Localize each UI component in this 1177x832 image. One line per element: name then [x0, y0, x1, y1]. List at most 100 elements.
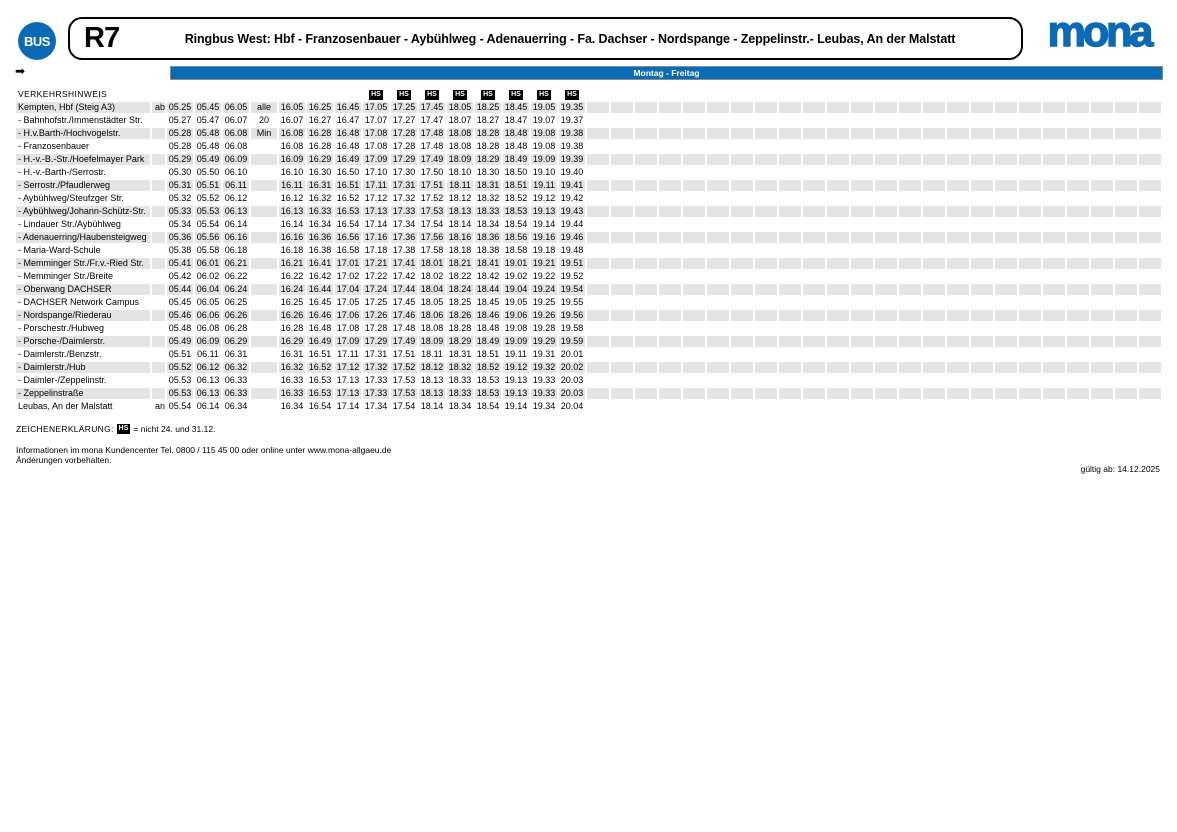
time-cell: 18.06	[419, 310, 445, 321]
time-cell: 19.51	[559, 258, 585, 269]
time-cell: 19.26	[531, 310, 557, 321]
stop-name-cell: Leubas, An der Malstatt	[16, 401, 150, 412]
empty-cell	[1115, 323, 1137, 334]
empty-cell	[923, 219, 945, 230]
time-cell: 18.13	[419, 375, 445, 386]
time-cell: 18.22	[447, 271, 473, 282]
dep-arr-label-cell	[152, 323, 165, 334]
empty-cell	[899, 401, 921, 412]
empty-cell	[1115, 193, 1137, 204]
empty-cell	[707, 232, 729, 243]
empty-cell	[803, 388, 825, 399]
time-cell: 19.54	[559, 284, 585, 295]
empty-cell	[971, 323, 993, 334]
time-cell: 06.06	[195, 310, 221, 321]
empty-cell	[683, 297, 705, 308]
empty-cell	[947, 336, 969, 347]
time-cell: 18.28	[475, 141, 501, 152]
empty-cell	[899, 349, 921, 360]
empty-cell	[803, 128, 825, 139]
time-cell: 05.45	[195, 102, 221, 113]
time-cell: 16.52	[307, 362, 333, 373]
time-cell: 17.10	[363, 167, 389, 178]
stop-name-cell: - Nordspange/Riederau	[16, 310, 150, 321]
empty-cell	[899, 258, 921, 269]
time-cell: 16.07	[279, 115, 305, 126]
header-cell	[223, 87, 249, 100]
empty-cell	[1115, 115, 1137, 126]
header-cell	[335, 87, 361, 100]
time-cell: 18.11	[419, 349, 445, 360]
empty-cell	[995, 141, 1017, 152]
header-cell	[195, 87, 221, 100]
empty-cell	[635, 336, 657, 347]
mona-logo: mona	[1033, 8, 1165, 57]
time-cell: 05.58	[195, 245, 221, 256]
time-cell: 16.09	[279, 154, 305, 165]
time-cell	[251, 206, 277, 217]
time-cell: 18.05	[447, 102, 473, 113]
time-cell: 16.45	[307, 297, 333, 308]
empty-cell	[779, 310, 801, 321]
empty-cell	[1091, 362, 1113, 373]
time-cell: 05.31	[167, 180, 193, 191]
empty-cell	[947, 245, 969, 256]
empty-cell	[923, 206, 945, 217]
time-cell: 19.14	[503, 401, 529, 412]
table-row: - Zeppelinstraße05.5306.1306.3316.3316.5…	[16, 388, 1161, 399]
empty-cell	[1115, 375, 1137, 386]
header-cell	[307, 87, 333, 100]
empty-cell	[635, 284, 657, 295]
empty-cell	[587, 154, 609, 165]
empty-cell	[659, 141, 681, 152]
empty-cell	[635, 206, 657, 217]
time-cell: 18.33	[447, 375, 473, 386]
time-cell: 19.24	[531, 284, 557, 295]
empty-cell	[659, 362, 681, 373]
time-cell: 06.21	[223, 258, 249, 269]
time-cell: 19.06	[503, 310, 529, 321]
empty-cell	[995, 219, 1017, 230]
time-cell: 16.51	[307, 349, 333, 360]
time-cell	[251, 219, 277, 230]
empty-cell	[803, 336, 825, 347]
time-cell: 06.31	[223, 349, 249, 360]
time-cell: 16.54	[335, 219, 361, 230]
empty-cell	[995, 115, 1017, 126]
empty-cell	[635, 102, 657, 113]
time-cell: 19.33	[531, 388, 557, 399]
time-cell: 19.33	[531, 375, 557, 386]
time-cell: 05.34	[167, 219, 193, 230]
empty-cell	[995, 128, 1017, 139]
empty-cell	[899, 206, 921, 217]
empty-cell	[1043, 271, 1065, 282]
time-cell: 05.48	[195, 128, 221, 139]
time-cell: 06.24	[223, 284, 249, 295]
empty-cell	[1043, 323, 1065, 334]
table-row: - H.-v.-Barth-/Serrostr.05.3005.5006.101…	[16, 167, 1161, 178]
empty-cell	[755, 375, 777, 386]
dep-arr-label-cell	[152, 232, 165, 243]
empty-cell	[971, 206, 993, 217]
table-row: - H.-v.-B.-Str./Hoefelmayer Park05.2905.…	[16, 154, 1161, 165]
table-row: - Serrostr./Pfaudlerweg05.3105.5106.1116…	[16, 180, 1161, 191]
time-cell: 18.53	[503, 206, 529, 217]
time-cell: 19.37	[559, 115, 585, 126]
time-cell: 16.38	[307, 245, 333, 256]
empty-cell	[947, 401, 969, 412]
time-cell: 18.48	[475, 323, 501, 334]
empty-cell	[827, 245, 849, 256]
stop-name-cell: - Aybühlweg/Steufzger Str.	[16, 193, 150, 204]
empty-cell	[1115, 206, 1137, 217]
time-cell: 06.13	[195, 375, 221, 386]
time-cell: 18.47	[503, 115, 529, 126]
header-filler-cell	[707, 87, 729, 100]
time-cell: 18.33	[447, 388, 473, 399]
empty-cell	[1019, 219, 1041, 230]
empty-cell	[875, 362, 897, 373]
empty-cell	[683, 206, 705, 217]
empty-cell	[1019, 336, 1041, 347]
time-cell: 17.28	[391, 128, 417, 139]
time-cell: 19.58	[559, 323, 585, 334]
empty-cell	[803, 219, 825, 230]
